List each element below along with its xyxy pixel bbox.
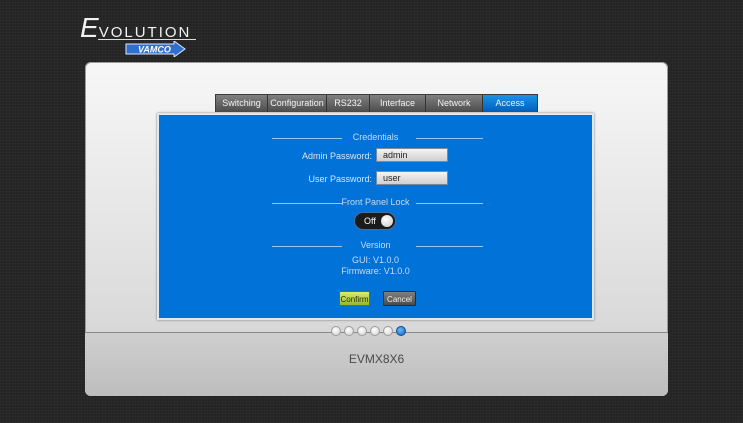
evolution-logo: EVOLUTION VAMCO bbox=[80, 12, 210, 62]
logo-underline bbox=[98, 39, 196, 40]
device-model-label: EVMX8X6 bbox=[348, 352, 405, 366]
tab-rs232[interactable]: RS232 bbox=[327, 95, 370, 112]
tab-switching[interactable]: Switching bbox=[216, 95, 268, 112]
page-dot[interactable] bbox=[331, 326, 341, 336]
admin-password-field[interactable] bbox=[376, 148, 448, 162]
page-dot-active[interactable] bbox=[396, 326, 406, 336]
divider-line bbox=[416, 138, 483, 139]
gui-version: GUI: V1.0.0 bbox=[351, 255, 400, 265]
version-heading-text: Version bbox=[360, 240, 391, 250]
page-dot[interactable] bbox=[383, 326, 393, 336]
user-password-field[interactable] bbox=[376, 171, 448, 185]
front-panel-lock-toggle[interactable]: Off bbox=[355, 213, 395, 229]
user-password-label: User Password: bbox=[308, 174, 372, 184]
tab-access[interactable]: Access bbox=[483, 95, 537, 112]
tab-bar: Switching Configuration RS232 Interface … bbox=[215, 94, 538, 112]
credentials-heading: Credentials bbox=[159, 132, 592, 144]
admin-password-label: Admin Password: bbox=[301, 151, 372, 161]
tab-network[interactable]: Network bbox=[426, 95, 483, 112]
access-panel: Credentials Admin Password: User Passwor… bbox=[157, 113, 594, 320]
vamco-logo: VAMCO bbox=[125, 41, 186, 57]
divider-line bbox=[416, 246, 483, 247]
front-panel-lock-heading-text: Front Panel Lock bbox=[341, 197, 410, 207]
confirm-button[interactable]: Confirm bbox=[339, 291, 370, 306]
page-indicator bbox=[331, 326, 406, 336]
version-heading: Version bbox=[159, 240, 592, 252]
toggle-knob bbox=[381, 215, 393, 227]
page-dot[interactable] bbox=[357, 326, 367, 336]
toggle-state-label: Off bbox=[364, 216, 376, 226]
divider-line bbox=[416, 203, 483, 204]
credentials-heading-text: Credentials bbox=[352, 132, 399, 142]
page-dot[interactable] bbox=[370, 326, 380, 336]
front-panel-lock-heading: Front Panel Lock bbox=[159, 197, 592, 209]
tab-configuration[interactable]: Configuration bbox=[268, 95, 327, 112]
svg-text:VAMCO: VAMCO bbox=[138, 45, 171, 55]
logo-initial: E bbox=[80, 12, 99, 43]
tab-interface[interactable]: Interface bbox=[370, 95, 426, 112]
firmware-version: Firmware: V1.0.0 bbox=[341, 266, 410, 276]
cancel-button[interactable]: Cancel bbox=[383, 291, 416, 306]
page-dot[interactable] bbox=[344, 326, 354, 336]
